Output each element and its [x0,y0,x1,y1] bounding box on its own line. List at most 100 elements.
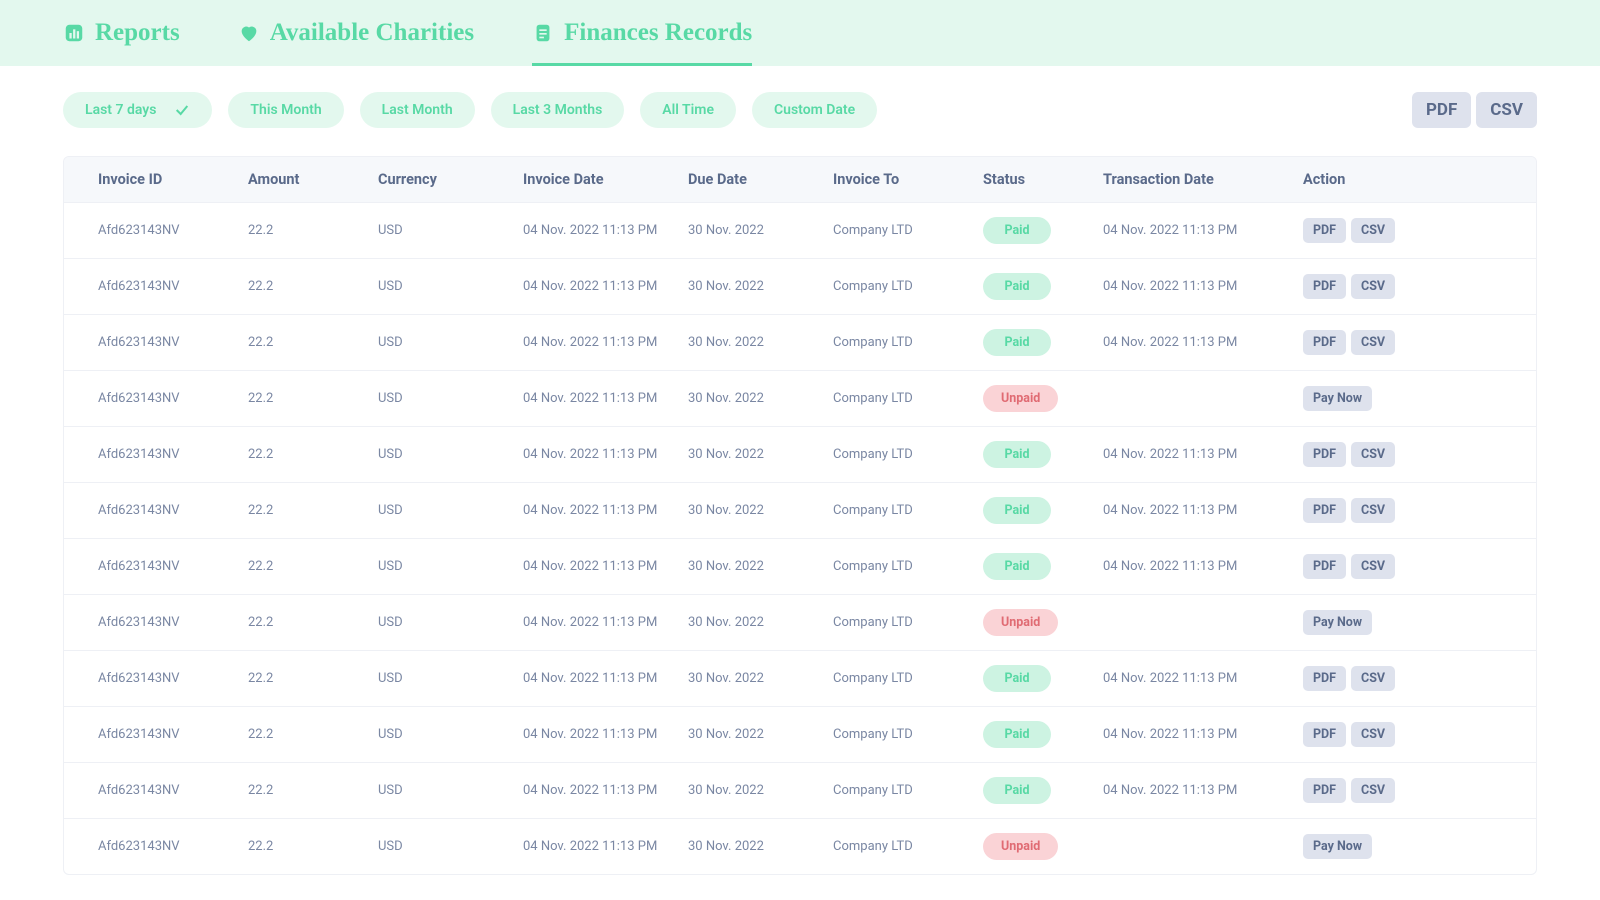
tab-label: Available Charities [270,19,474,47]
export-pdf-button[interactable]: PDF [1412,92,1471,128]
table-row: Afd623143NV22.2USD04 Nov. 2022 11:13 PM3… [64,650,1536,706]
filter-last-7-days[interactable]: Last 7 days [63,92,212,128]
row-csv-button[interactable]: CSV [1351,442,1395,467]
cell-transaction-date: 04 Nov. 2022 11:13 PM [1103,335,1303,350]
controls-row: Last 7 days This Month Last Month Last 3… [63,92,1537,128]
filter-custom-date[interactable]: Custom Date [752,92,877,128]
tab-reports[interactable]: Reports [63,0,180,66]
cell-currency: USD [378,391,523,406]
row-csv-button[interactable]: CSV [1351,218,1395,243]
row-pdf-button[interactable]: PDF [1303,666,1346,691]
cell-actions: PDFCSV [1303,218,1423,243]
cell-amount: 22.2 [248,559,378,574]
cell-invoice-to: Company LTD [833,391,983,406]
cell-due-date: 30 Nov. 2022 [688,727,833,742]
col-invoice-id: Invoice ID [98,171,248,188]
cell-actions: PDFCSV [1303,442,1423,467]
row-csv-button[interactable]: CSV [1351,722,1395,747]
cell-actions: Pay Now [1303,834,1423,859]
cell-status: Unpaid [983,833,1103,860]
row-pdf-button[interactable]: PDF [1303,722,1346,747]
cell-invoice-id: Afd623143NV [98,559,248,574]
filter-all-time[interactable]: All Time [640,92,736,128]
cell-actions: PDFCSV [1303,554,1423,579]
row-pdf-button[interactable]: PDF [1303,218,1346,243]
col-currency: Currency [378,171,523,188]
cell-invoice-date: 04 Nov. 2022 11:13 PM [523,447,688,462]
cell-invoice-id: Afd623143NV [98,223,248,238]
pay-now-button[interactable]: Pay Now [1303,610,1372,635]
cell-invoice-to: Company LTD [833,727,983,742]
cell-status: Paid [983,777,1103,804]
cell-invoice-date: 04 Nov. 2022 11:13 PM [523,223,688,238]
pay-now-button[interactable]: Pay Now [1303,834,1372,859]
cell-amount: 22.2 [248,727,378,742]
cell-due-date: 30 Nov. 2022 [688,279,833,294]
chip-label: Last 3 Months [513,102,603,118]
export-buttons: PDF CSV [1412,92,1537,128]
row-pdf-button[interactable]: PDF [1303,498,1346,523]
cell-currency: USD [378,559,523,574]
finances-table: Invoice ID Amount Currency Invoice Date … [63,156,1537,875]
cell-invoice-date: 04 Nov. 2022 11:13 PM [523,279,688,294]
row-pdf-button[interactable]: PDF [1303,274,1346,299]
cell-amount: 22.2 [248,839,378,854]
row-pdf-button[interactable]: PDF [1303,330,1346,355]
cell-transaction-date: 04 Nov. 2022 11:13 PM [1103,447,1303,462]
cell-amount: 22.2 [248,447,378,462]
cell-due-date: 30 Nov. 2022 [688,839,833,854]
chip-label: Last Month [382,102,453,118]
row-pdf-button[interactable]: PDF [1303,442,1346,467]
cell-invoice-date: 04 Nov. 2022 11:13 PM [523,839,688,854]
cell-due-date: 30 Nov. 2022 [688,447,833,462]
filter-this-month[interactable]: This Month [228,92,343,128]
cell-invoice-id: Afd623143NV [98,391,248,406]
table-row: Afd623143NV22.2USD04 Nov. 2022 11:13 PM3… [64,426,1536,482]
row-pdf-button[interactable]: PDF [1303,554,1346,579]
status-badge: Paid [983,665,1051,692]
cell-currency: USD [378,223,523,238]
status-badge: Paid [983,721,1051,748]
filter-last-3-months[interactable]: Last 3 Months [491,92,625,128]
pay-now-button[interactable]: Pay Now [1303,386,1372,411]
cell-currency: USD [378,335,523,350]
cell-due-date: 30 Nov. 2022 [688,335,833,350]
filter-last-month[interactable]: Last Month [360,92,475,128]
cell-transaction-date: 04 Nov. 2022 11:13 PM [1103,559,1303,574]
row-csv-button[interactable]: CSV [1351,498,1395,523]
cell-invoice-id: Afd623143NV [98,727,248,742]
row-csv-button[interactable]: CSV [1351,554,1395,579]
row-csv-button[interactable]: CSV [1351,778,1395,803]
cell-transaction-date: 04 Nov. 2022 11:13 PM [1103,223,1303,238]
cell-actions: PDFCSV [1303,498,1423,523]
status-badge: Paid [983,441,1051,468]
cell-invoice-to: Company LTD [833,447,983,462]
row-csv-button[interactable]: CSV [1351,330,1395,355]
tab-finances-records[interactable]: Finances Records [532,0,752,66]
cell-amount: 22.2 [248,503,378,518]
row-csv-button[interactable]: CSV [1351,274,1395,299]
cell-invoice-date: 04 Nov. 2022 11:13 PM [523,727,688,742]
cell-transaction-date: 04 Nov. 2022 11:13 PM [1103,503,1303,518]
cell-actions: PDFCSV [1303,666,1423,691]
row-pdf-button[interactable]: PDF [1303,778,1346,803]
cell-currency: USD [378,671,523,686]
cell-status: Paid [983,273,1103,300]
col-status: Status [983,171,1103,188]
status-badge: Paid [983,497,1051,524]
export-csv-button[interactable]: CSV [1476,92,1537,128]
tab-label: Reports [95,19,180,47]
cell-currency: USD [378,279,523,294]
cell-invoice-to: Company LTD [833,671,983,686]
chip-label: Custom Date [774,102,855,118]
cell-amount: 22.2 [248,223,378,238]
chip-label: Last 7 days [85,102,156,118]
tab-charities[interactable]: Available Charities [238,0,474,66]
row-csv-button[interactable]: CSV [1351,666,1395,691]
cell-status: Paid [983,441,1103,468]
cell-due-date: 30 Nov. 2022 [688,391,833,406]
status-badge: Unpaid [983,609,1058,636]
cell-invoice-date: 04 Nov. 2022 11:13 PM [523,615,688,630]
status-badge: Paid [983,553,1051,580]
status-badge: Paid [983,217,1051,244]
